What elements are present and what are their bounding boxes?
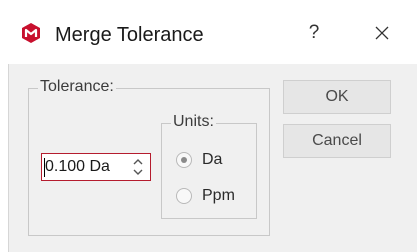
tolerance-legend: Tolerance: (38, 78, 116, 96)
cancel-button[interactable]: Cancel (283, 124, 391, 158)
radio-da-label[interactable]: Da (202, 150, 222, 170)
radio-button-selected[interactable] (176, 152, 192, 168)
radio-button-unselected[interactable] (176, 188, 192, 204)
title-bar: Merge Tolerance ? (0, 0, 417, 64)
text-caret (44, 158, 45, 177)
dialog-title: Merge Tolerance (55, 24, 204, 46)
radio-ppm-label[interactable]: Ppm (202, 186, 235, 206)
tolerance-value[interactable]: 0.100 Da (45, 158, 110, 176)
help-button[interactable]: ? (302, 19, 326, 47)
units-legend: Units: (171, 113, 216, 131)
ok-button[interactable]: OK (283, 80, 391, 114)
tolerance-spinbox[interactable]: 0.100 Da (41, 153, 151, 181)
radio-dot (181, 157, 187, 163)
app-logo-icon (22, 23, 40, 43)
close-icon[interactable] (368, 19, 396, 47)
spin-arrows-icon[interactable] (132, 157, 144, 177)
